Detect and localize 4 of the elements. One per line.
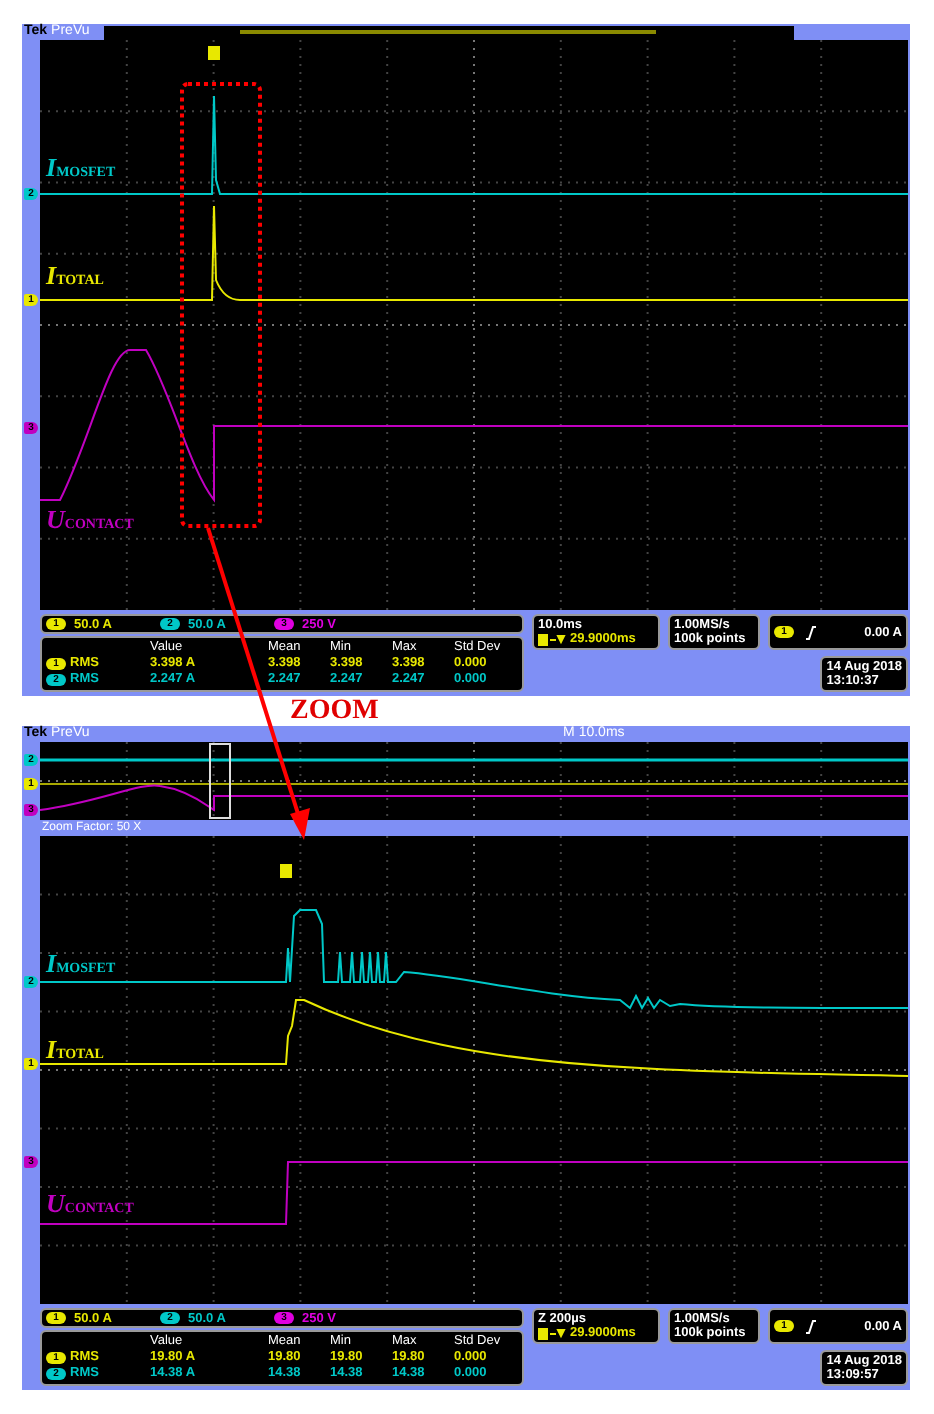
zoom-window-bracket — [209, 743, 231, 819]
zoom-label: ZOOM — [290, 696, 379, 726]
rising-edge-icon — [806, 1319, 816, 1333]
rising-edge-icon — [806, 625, 816, 639]
